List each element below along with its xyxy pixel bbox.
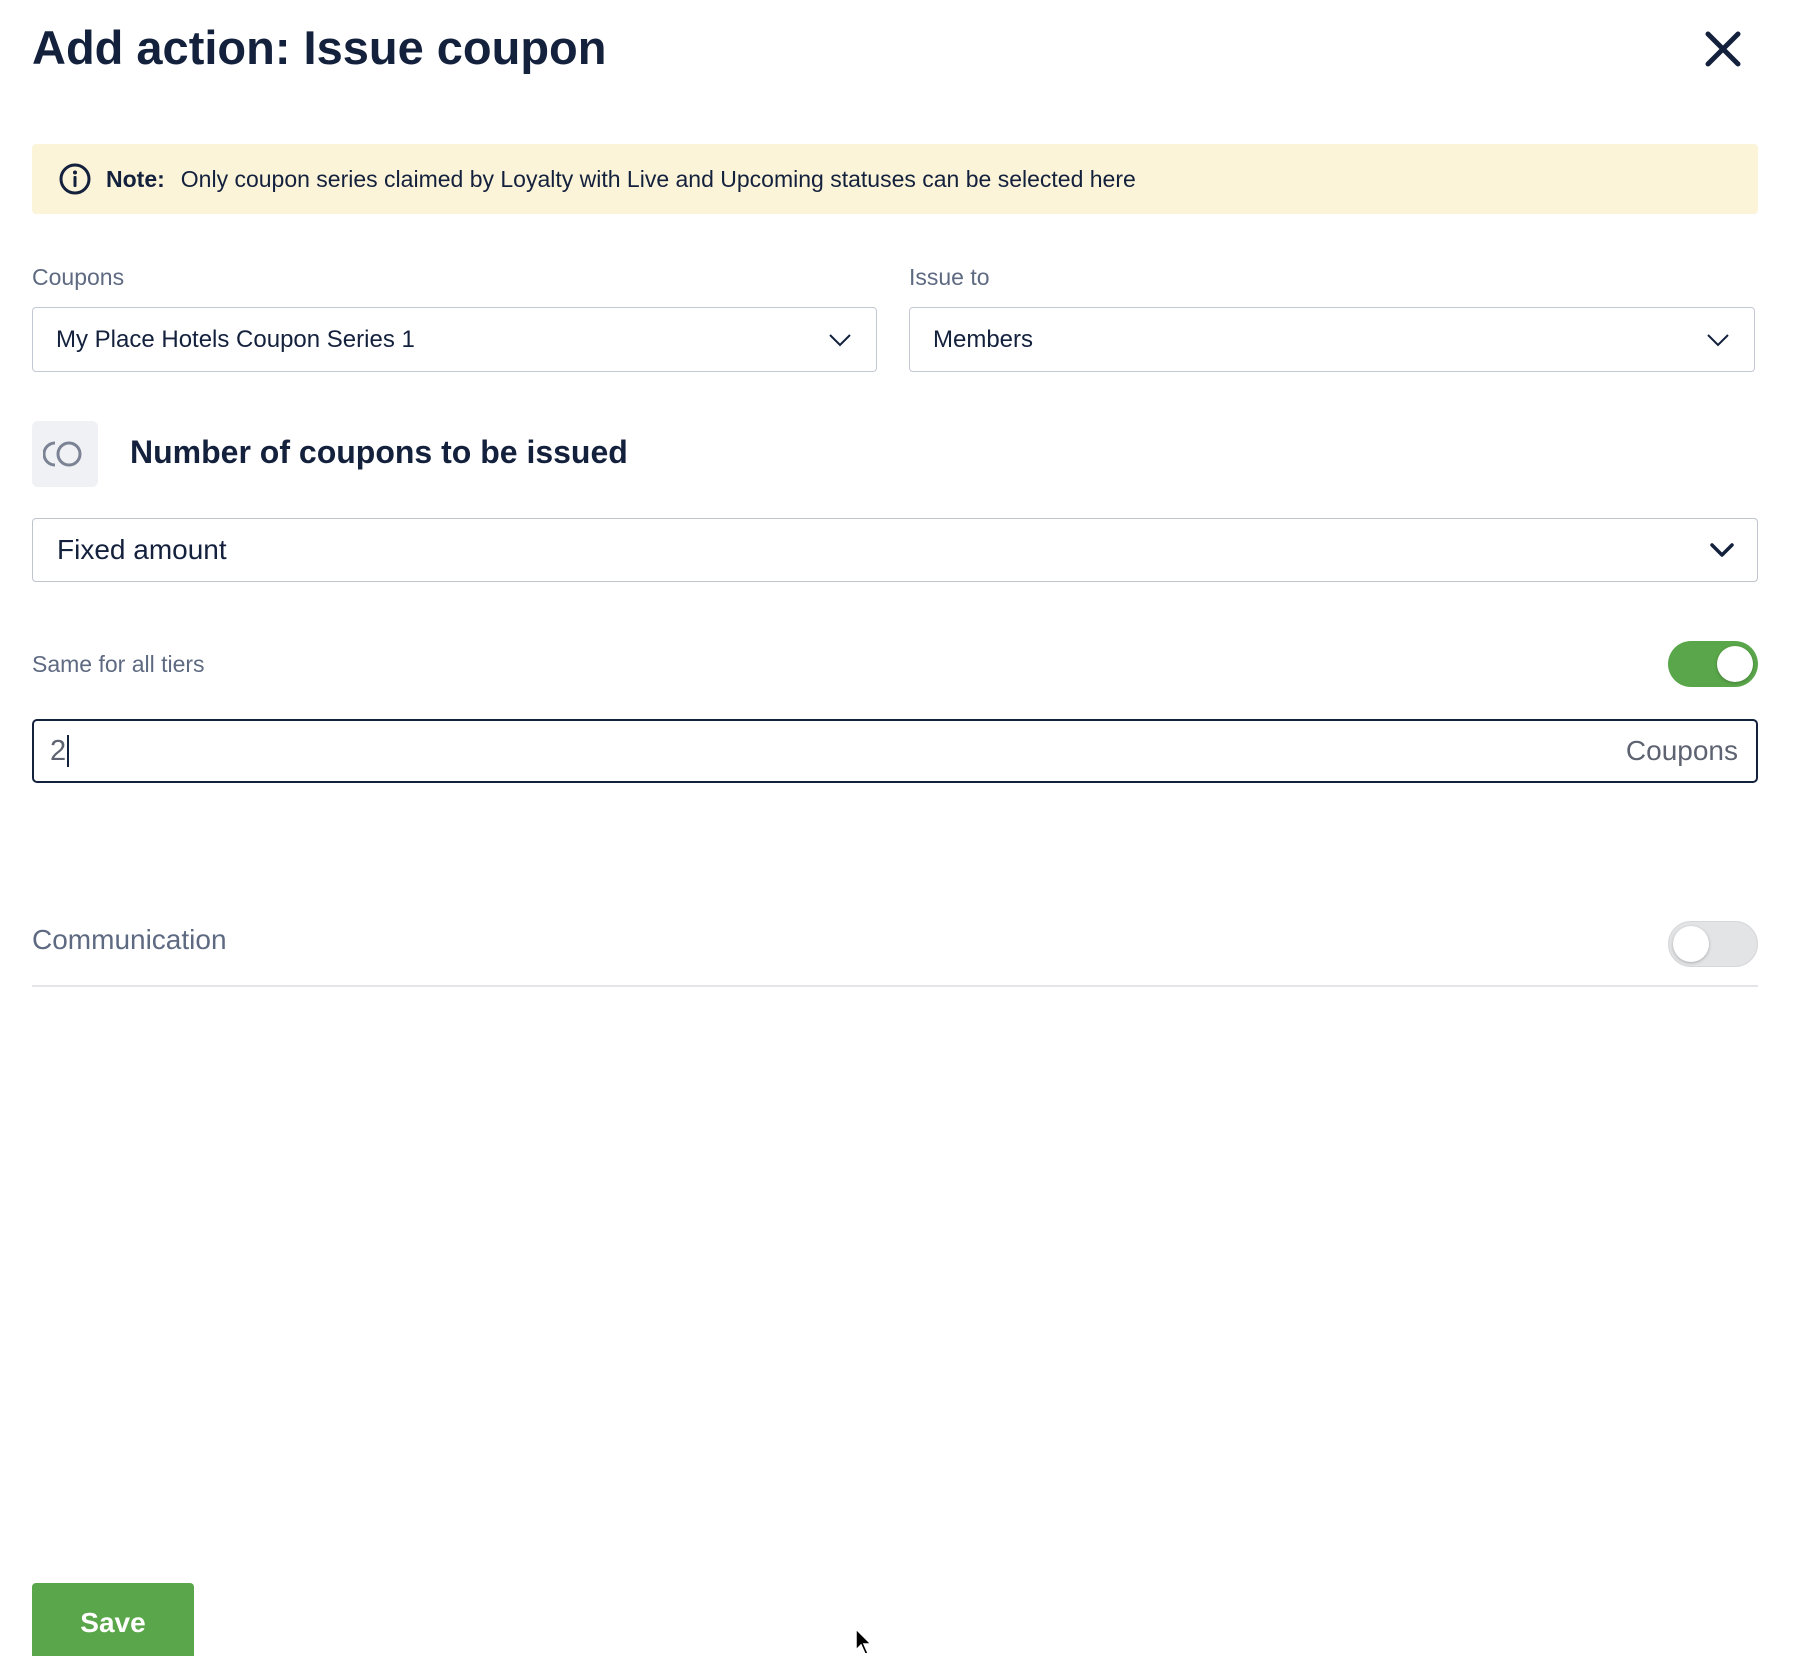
note-label: Note: bbox=[106, 165, 165, 192]
coupons-icon-box bbox=[32, 421, 98, 487]
issue-to-selected-value: Members bbox=[933, 325, 1034, 353]
coupons-icon bbox=[43, 441, 82, 467]
divider bbox=[32, 985, 1758, 987]
issue-coupon-dialog: Add action: Issue coupon Note: Only coup… bbox=[0, 0, 1814, 1656]
coupon-quantity-value: 2 bbox=[50, 734, 67, 767]
close-button[interactable] bbox=[1698, 24, 1748, 74]
info-icon bbox=[59, 163, 91, 195]
coupon-quantity-suffix: Coupons bbox=[1625, 735, 1738, 766]
dialog-title: Add action: Issue coupon bbox=[32, 21, 607, 74]
issue-to-label: Issue to bbox=[909, 264, 990, 290]
save-button[interactable]: Save bbox=[32, 1583, 194, 1656]
coupons-select[interactable]: My Place Hotels Coupon Series 1 bbox=[32, 307, 877, 372]
coupon-quantity-input[interactable]: 2 Coupons bbox=[32, 719, 1758, 783]
communication-toggle[interactable] bbox=[1668, 921, 1758, 967]
issue-to-select[interactable]: Members bbox=[909, 307, 1755, 372]
amount-type-select[interactable]: Fixed amount bbox=[32, 518, 1758, 582]
same-for-all-tiers-label: Same for all tiers bbox=[32, 651, 205, 677]
number-of-coupons-title: Number of coupons to be issued bbox=[130, 434, 628, 470]
communication-label: Communication bbox=[32, 924, 227, 955]
chevron-down-icon bbox=[829, 333, 851, 346]
toggle-knob bbox=[1673, 926, 1709, 962]
coupons-selected-value: My Place Hotels Coupon Series 1 bbox=[56, 325, 415, 353]
coupons-label: Coupons bbox=[32, 264, 125, 290]
note-banner: Note: Only coupon series claimed by Loya… bbox=[32, 144, 1758, 214]
mouse-cursor-icon bbox=[855, 1628, 873, 1655]
close-icon bbox=[1705, 31, 1741, 67]
text-caret bbox=[67, 735, 70, 767]
toggle-knob bbox=[1717, 646, 1753, 682]
same-for-all-tiers-toggle[interactable] bbox=[1668, 641, 1758, 687]
note-text: Only coupon series claimed by Loyalty wi… bbox=[180, 165, 1136, 192]
amount-type-selected-value: Fixed amount bbox=[57, 534, 227, 565]
chevron-down-icon bbox=[1707, 333, 1729, 346]
chevron-down-icon bbox=[1710, 543, 1734, 557]
